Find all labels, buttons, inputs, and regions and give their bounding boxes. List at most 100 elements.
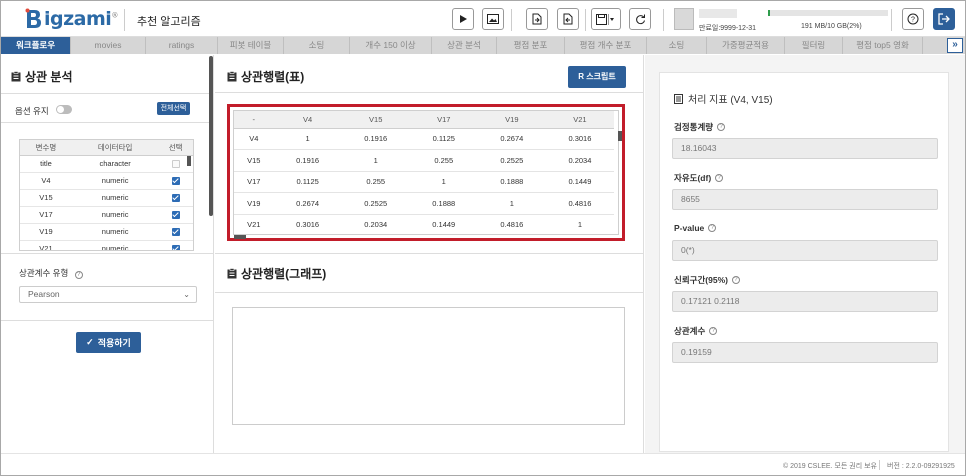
scrollbar[interactable] — [187, 156, 191, 166]
select-all-button[interactable]: 전체선택 — [157, 102, 190, 115]
tab-12[interactable]: 평점 top5 영화 — [843, 37, 923, 54]
corr-type-select[interactable]: Pearson ⌄ — [19, 286, 197, 303]
matrix-title-text: 상관행렬(표) — [241, 70, 305, 84]
help-icon[interactable]: ? — [715, 174, 724, 182]
run-button[interactable] — [452, 8, 474, 30]
variable-name: V19 — [20, 223, 72, 241]
matrix-column-header: V15 — [341, 111, 410, 129]
panel-scrollbar[interactable] — [209, 56, 213, 216]
tab-9[interactable]: 소팅 — [647, 37, 707, 54]
variable-type: numeric — [71, 172, 159, 190]
select-checkbox[interactable] — [171, 160, 180, 168]
more-tabs-button[interactable]: » — [947, 38, 963, 53]
apply-button[interactable]: ✓ 적용하기 — [76, 332, 141, 353]
refresh-button[interactable] — [629, 8, 651, 30]
r-script-button[interactable]: R 스크립트 — [568, 66, 626, 88]
table-row: V17 numeric — [20, 206, 193, 224]
version: 버전 : 2.2.0-09291925 — [887, 463, 955, 470]
variable-name: V21 — [20, 240, 72, 250]
stat-label: 자유도(df)? — [674, 172, 724, 184]
toolbar-divider — [585, 9, 586, 31]
keep-options-toggle[interactable] — [56, 105, 72, 114]
divider — [215, 253, 644, 254]
table-row: V15 numeric — [20, 189, 193, 207]
user-name — [699, 9, 737, 18]
matrix-cell: 0.255 — [409, 149, 478, 172]
select-checkbox[interactable] — [171, 211, 180, 219]
table-row: V4 numeric — [20, 172, 193, 190]
stat-label: 검정통계량? — [674, 121, 726, 133]
tab-2[interactable]: ratings — [146, 37, 218, 54]
graph-title-text: 상관행렬(그래프) — [241, 267, 327, 281]
help-icon[interactable]: ? — [708, 224, 717, 232]
help-button[interactable]: ? — [902, 8, 924, 30]
variable-name: title — [20, 155, 72, 173]
tab-0[interactable]: 워크플로우 — [1, 37, 71, 54]
select-checkbox[interactable] — [171, 177, 180, 185]
select-checkbox[interactable] — [171, 194, 180, 202]
horizontal-scrollbar[interactable] — [234, 235, 246, 239]
tab-1[interactable]: movies — [71, 37, 146, 54]
stat-value: 8655 — [672, 189, 938, 210]
matrix-cell: 0.2674 — [477, 128, 546, 150]
help-icon[interactable]: ? — [731, 276, 740, 284]
stat-label: 신뢰구간(95%)? — [674, 274, 740, 286]
matrix-row-label: V17 — [234, 171, 274, 193]
logo-text: igzami® — [44, 8, 118, 30]
matrix-cell: 0.4816 — [545, 192, 614, 215]
matrix-row: V17 0.1125 0.255 1 0.1888 0.1449 — [234, 171, 614, 193]
tab-7[interactable]: 평점 분포 — [497, 37, 565, 54]
select-checkbox[interactable] — [171, 228, 180, 236]
corr-type-label: 상관계수 유형 ? — [19, 267, 83, 279]
image-button[interactable] — [482, 8, 504, 30]
help-icon[interactable]: ? — [709, 327, 718, 335]
stat-value: 18.16043 — [672, 138, 938, 159]
image-icon — [487, 14, 499, 24]
matrix-row: V19 0.2674 0.2525 0.1888 1 0.4816 — [234, 192, 614, 215]
tab-11[interactable]: 필터링 — [785, 37, 843, 54]
run-icon — [460, 15, 467, 23]
logout-button[interactable] — [933, 8, 955, 30]
scrollbar[interactable] — [618, 131, 622, 141]
import-button[interactable] — [526, 8, 548, 30]
tab-5[interactable]: 개수 150 이상 — [350, 37, 432, 54]
tab-3[interactable]: 피봇 테이블 — [218, 37, 284, 54]
matrix-title: 상관행렬(표) — [227, 68, 304, 85]
avatar[interactable] — [674, 8, 694, 30]
import-icon — [532, 13, 542, 25]
user-expiry: 만료일:9999-12-31 — [699, 25, 757, 32]
panel-title-text: 상관 분석 — [25, 70, 73, 84]
graph-title: 상관행렬(그래프) — [227, 265, 326, 282]
stat-value: 0.17121 0.2118 — [672, 291, 938, 312]
help-icon[interactable]: ? — [74, 271, 83, 279]
tab-10[interactable]: 가중평균적용 — [707, 37, 785, 54]
matrix-cell: 0.1888 — [409, 192, 478, 215]
matrix-cell: 0.1125 — [273, 171, 342, 193]
matrix-cell: 0.1916 — [273, 149, 342, 172]
matrix-cell: 1 — [545, 214, 614, 234]
tab-8[interactable]: 평점 개수 분포 — [565, 37, 647, 54]
stats-title: 처리 지표 (V4, V15) — [674, 91, 773, 106]
table-row: V19 numeric — [20, 223, 193, 241]
divider — [215, 92, 644, 93]
stat-value: 0(*) — [672, 240, 938, 261]
variable-name: V17 — [20, 206, 72, 224]
logo-b-icon — [25, 8, 41, 28]
tab-6[interactable]: 상관 분석 — [432, 37, 497, 54]
toolbar-divider — [663, 9, 664, 31]
tab-bar: 워크플로우 movies ratings 피봇 테이블 소팅 개수 150 이상 상관 분석… — [1, 37, 965, 54]
matrix-cell: 0.2034 — [545, 149, 614, 172]
tab-4[interactable]: 소팅 — [284, 37, 350, 54]
clipboard-icon — [11, 71, 21, 82]
matrix-cell: 0.2674 — [273, 192, 342, 215]
export-button[interactable] — [557, 8, 579, 30]
matrix-column-header: V17 — [409, 111, 478, 129]
save-button[interactable] — [591, 8, 621, 30]
help-icon[interactable]: ? — [717, 123, 726, 131]
app-header: igzami® 추천 알고리즘 만료일:9999-12-31 191 MB/10… — [1, 1, 965, 37]
clipboard-icon — [227, 268, 237, 279]
select-checkbox[interactable] — [171, 245, 180, 250]
matrix-cell: 0.1449 — [409, 214, 478, 234]
logo[interactable]: igzami® — [25, 7, 118, 31]
export-icon — [563, 13, 573, 25]
